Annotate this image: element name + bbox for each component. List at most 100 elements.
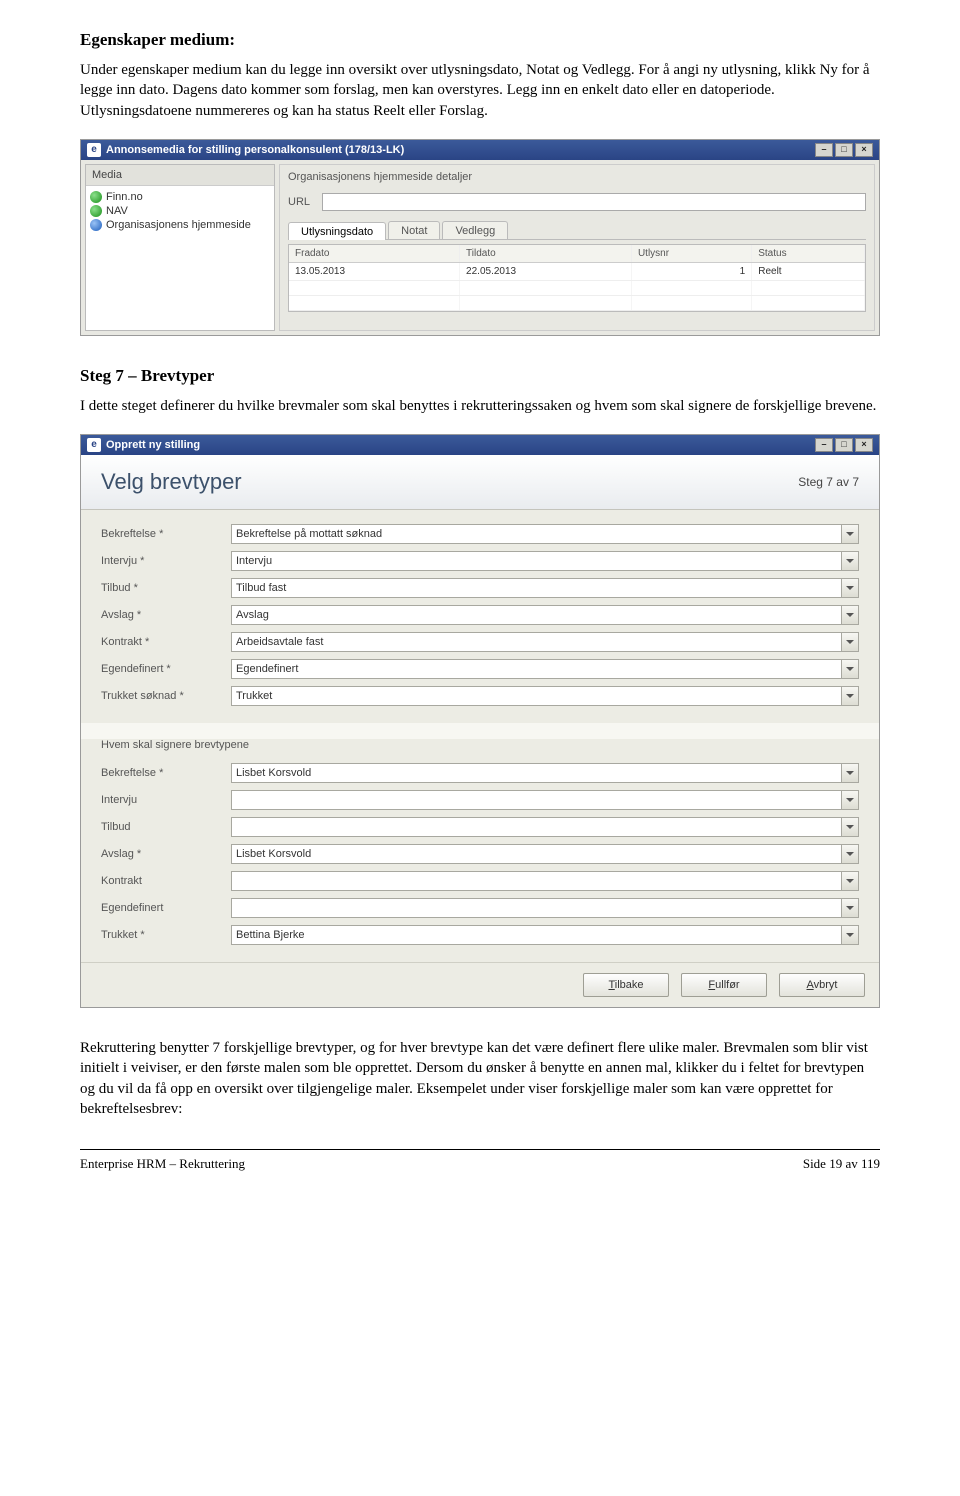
select-field[interactable] bbox=[231, 578, 859, 598]
select-field[interactable] bbox=[231, 817, 859, 837]
form-row: Bekreftelse * bbox=[101, 524, 859, 544]
doc-heading-1: Egenskaper medium: bbox=[80, 30, 880, 50]
select-field[interactable] bbox=[231, 632, 859, 652]
select-input[interactable] bbox=[231, 551, 841, 571]
close-button[interactable]: × bbox=[855, 438, 873, 452]
field-label: Tilbud bbox=[101, 821, 231, 833]
select-field[interactable] bbox=[231, 524, 859, 544]
dropdown-button[interactable] bbox=[841, 790, 859, 810]
doc-paragraph-1: Under egenskaper medium kan du legge inn… bbox=[80, 60, 880, 121]
media-header: Media bbox=[86, 165, 274, 186]
finish-button[interactable]: Fullfør bbox=[681, 973, 767, 997]
select-input[interactable] bbox=[231, 605, 841, 625]
select-field[interactable] bbox=[231, 925, 859, 945]
status-dot-icon bbox=[90, 205, 102, 217]
select-field[interactable] bbox=[231, 898, 859, 918]
chevron-down-icon bbox=[846, 771, 854, 775]
dropdown-button[interactable] bbox=[841, 898, 859, 918]
select-field[interactable] bbox=[231, 551, 859, 571]
tabs: Utlysningsdato Notat Vedlegg bbox=[288, 221, 866, 240]
list-item-label: Finn.no bbox=[106, 191, 143, 203]
select-field[interactable] bbox=[231, 605, 859, 625]
select-input[interactable] bbox=[231, 871, 841, 891]
list-item[interactable]: Organisasjonens hjemmeside bbox=[90, 218, 270, 232]
window-annonsemedia: e Annonsemedia for stilling personalkons… bbox=[80, 139, 880, 336]
minimize-button[interactable]: – bbox=[815, 438, 833, 452]
col-utlysnr[interactable]: Utlysnr bbox=[631, 245, 751, 263]
select-field[interactable] bbox=[231, 871, 859, 891]
select-input[interactable] bbox=[231, 524, 841, 544]
list-item[interactable]: NAV bbox=[90, 204, 270, 218]
window-title: Opprett ny stilling bbox=[106, 439, 200, 451]
table-row[interactable] bbox=[289, 295, 865, 310]
back-button[interactable]: Tilbake bbox=[583, 973, 669, 997]
chevron-down-icon bbox=[846, 586, 854, 590]
cell-fradato: 13.05.2013 bbox=[289, 262, 460, 280]
select-input[interactable] bbox=[231, 898, 841, 918]
field-label: Avslag * bbox=[101, 609, 231, 621]
dropdown-button[interactable] bbox=[841, 578, 859, 598]
dropdown-button[interactable] bbox=[841, 844, 859, 864]
url-input[interactable] bbox=[322, 193, 866, 211]
col-tildato[interactable]: Tildato bbox=[460, 245, 632, 263]
chevron-down-icon bbox=[846, 933, 854, 937]
tab-vedlegg[interactable]: Vedlegg bbox=[442, 221, 508, 239]
select-input[interactable] bbox=[231, 817, 841, 837]
maximize-button[interactable]: □ bbox=[835, 438, 853, 452]
dropdown-button[interactable] bbox=[841, 551, 859, 571]
details-panel: Organisasjonens hjemmeside detaljer URL … bbox=[279, 164, 875, 331]
form-subheading: Hvem skal signere brevtypene bbox=[101, 739, 859, 751]
dates-grid: Fradato Tildato Utlysnr Status 13.05.201… bbox=[288, 244, 866, 312]
cancel-button[interactable]: Avbryt bbox=[779, 973, 865, 997]
tab-utlysningsdato[interactable]: Utlysningsdato bbox=[288, 222, 386, 240]
status-dot-icon bbox=[90, 191, 102, 203]
select-input[interactable] bbox=[231, 925, 841, 945]
dropdown-button[interactable] bbox=[841, 925, 859, 945]
dropdown-button[interactable] bbox=[841, 686, 859, 706]
form-row: Egendefinert * bbox=[101, 659, 859, 679]
select-field[interactable] bbox=[231, 790, 859, 810]
select-input[interactable] bbox=[231, 763, 841, 783]
cell-utlysnr: 1 bbox=[631, 262, 751, 280]
chevron-down-icon bbox=[846, 825, 854, 829]
dropdown-button[interactable] bbox=[841, 524, 859, 544]
dropdown-button[interactable] bbox=[841, 763, 859, 783]
field-label: Egendefinert bbox=[101, 902, 231, 914]
select-input[interactable] bbox=[231, 790, 841, 810]
chevron-down-icon bbox=[846, 640, 854, 644]
maximize-button[interactable]: □ bbox=[835, 143, 853, 157]
select-field[interactable] bbox=[231, 763, 859, 783]
form-row: Trukket søknad * bbox=[101, 686, 859, 706]
col-fradato[interactable]: Fradato bbox=[289, 245, 460, 263]
select-input[interactable] bbox=[231, 632, 841, 652]
select-input[interactable] bbox=[231, 686, 841, 706]
form-row: Tilbud bbox=[101, 817, 859, 837]
field-label: Intervju * bbox=[101, 555, 231, 567]
close-button[interactable]: × bbox=[855, 143, 873, 157]
list-item[interactable]: Finn.no bbox=[90, 190, 270, 204]
select-field[interactable] bbox=[231, 659, 859, 679]
select-input[interactable] bbox=[231, 578, 841, 598]
dropdown-button[interactable] bbox=[841, 632, 859, 652]
field-label: Bekreftelse * bbox=[101, 767, 231, 779]
select-field[interactable] bbox=[231, 686, 859, 706]
minimize-button[interactable]: – bbox=[815, 143, 833, 157]
select-field[interactable] bbox=[231, 844, 859, 864]
dropdown-button[interactable] bbox=[841, 871, 859, 891]
col-status[interactable]: Status bbox=[752, 245, 865, 263]
cell-status: Reelt bbox=[752, 262, 865, 280]
doc-paragraph-3: Rekruttering benytter 7 forskjellige bre… bbox=[80, 1038, 880, 1119]
media-panel: Media Finn.no NAV Organisasjonens hjemme… bbox=[85, 164, 275, 331]
dropdown-button[interactable] bbox=[841, 605, 859, 625]
dropdown-button[interactable] bbox=[841, 817, 859, 837]
field-label: Kontrakt bbox=[101, 875, 231, 887]
table-row[interactable] bbox=[289, 280, 865, 295]
tab-notat[interactable]: Notat bbox=[388, 221, 440, 239]
field-label: Tilbud * bbox=[101, 582, 231, 594]
select-input[interactable] bbox=[231, 659, 841, 679]
dropdown-button[interactable] bbox=[841, 659, 859, 679]
doc-paragraph-2: I dette steget definerer du hvilke brevm… bbox=[80, 396, 880, 416]
chevron-down-icon bbox=[846, 798, 854, 802]
table-row[interactable]: 13.05.2013 22.05.2013 1 Reelt bbox=[289, 262, 865, 280]
select-input[interactable] bbox=[231, 844, 841, 864]
